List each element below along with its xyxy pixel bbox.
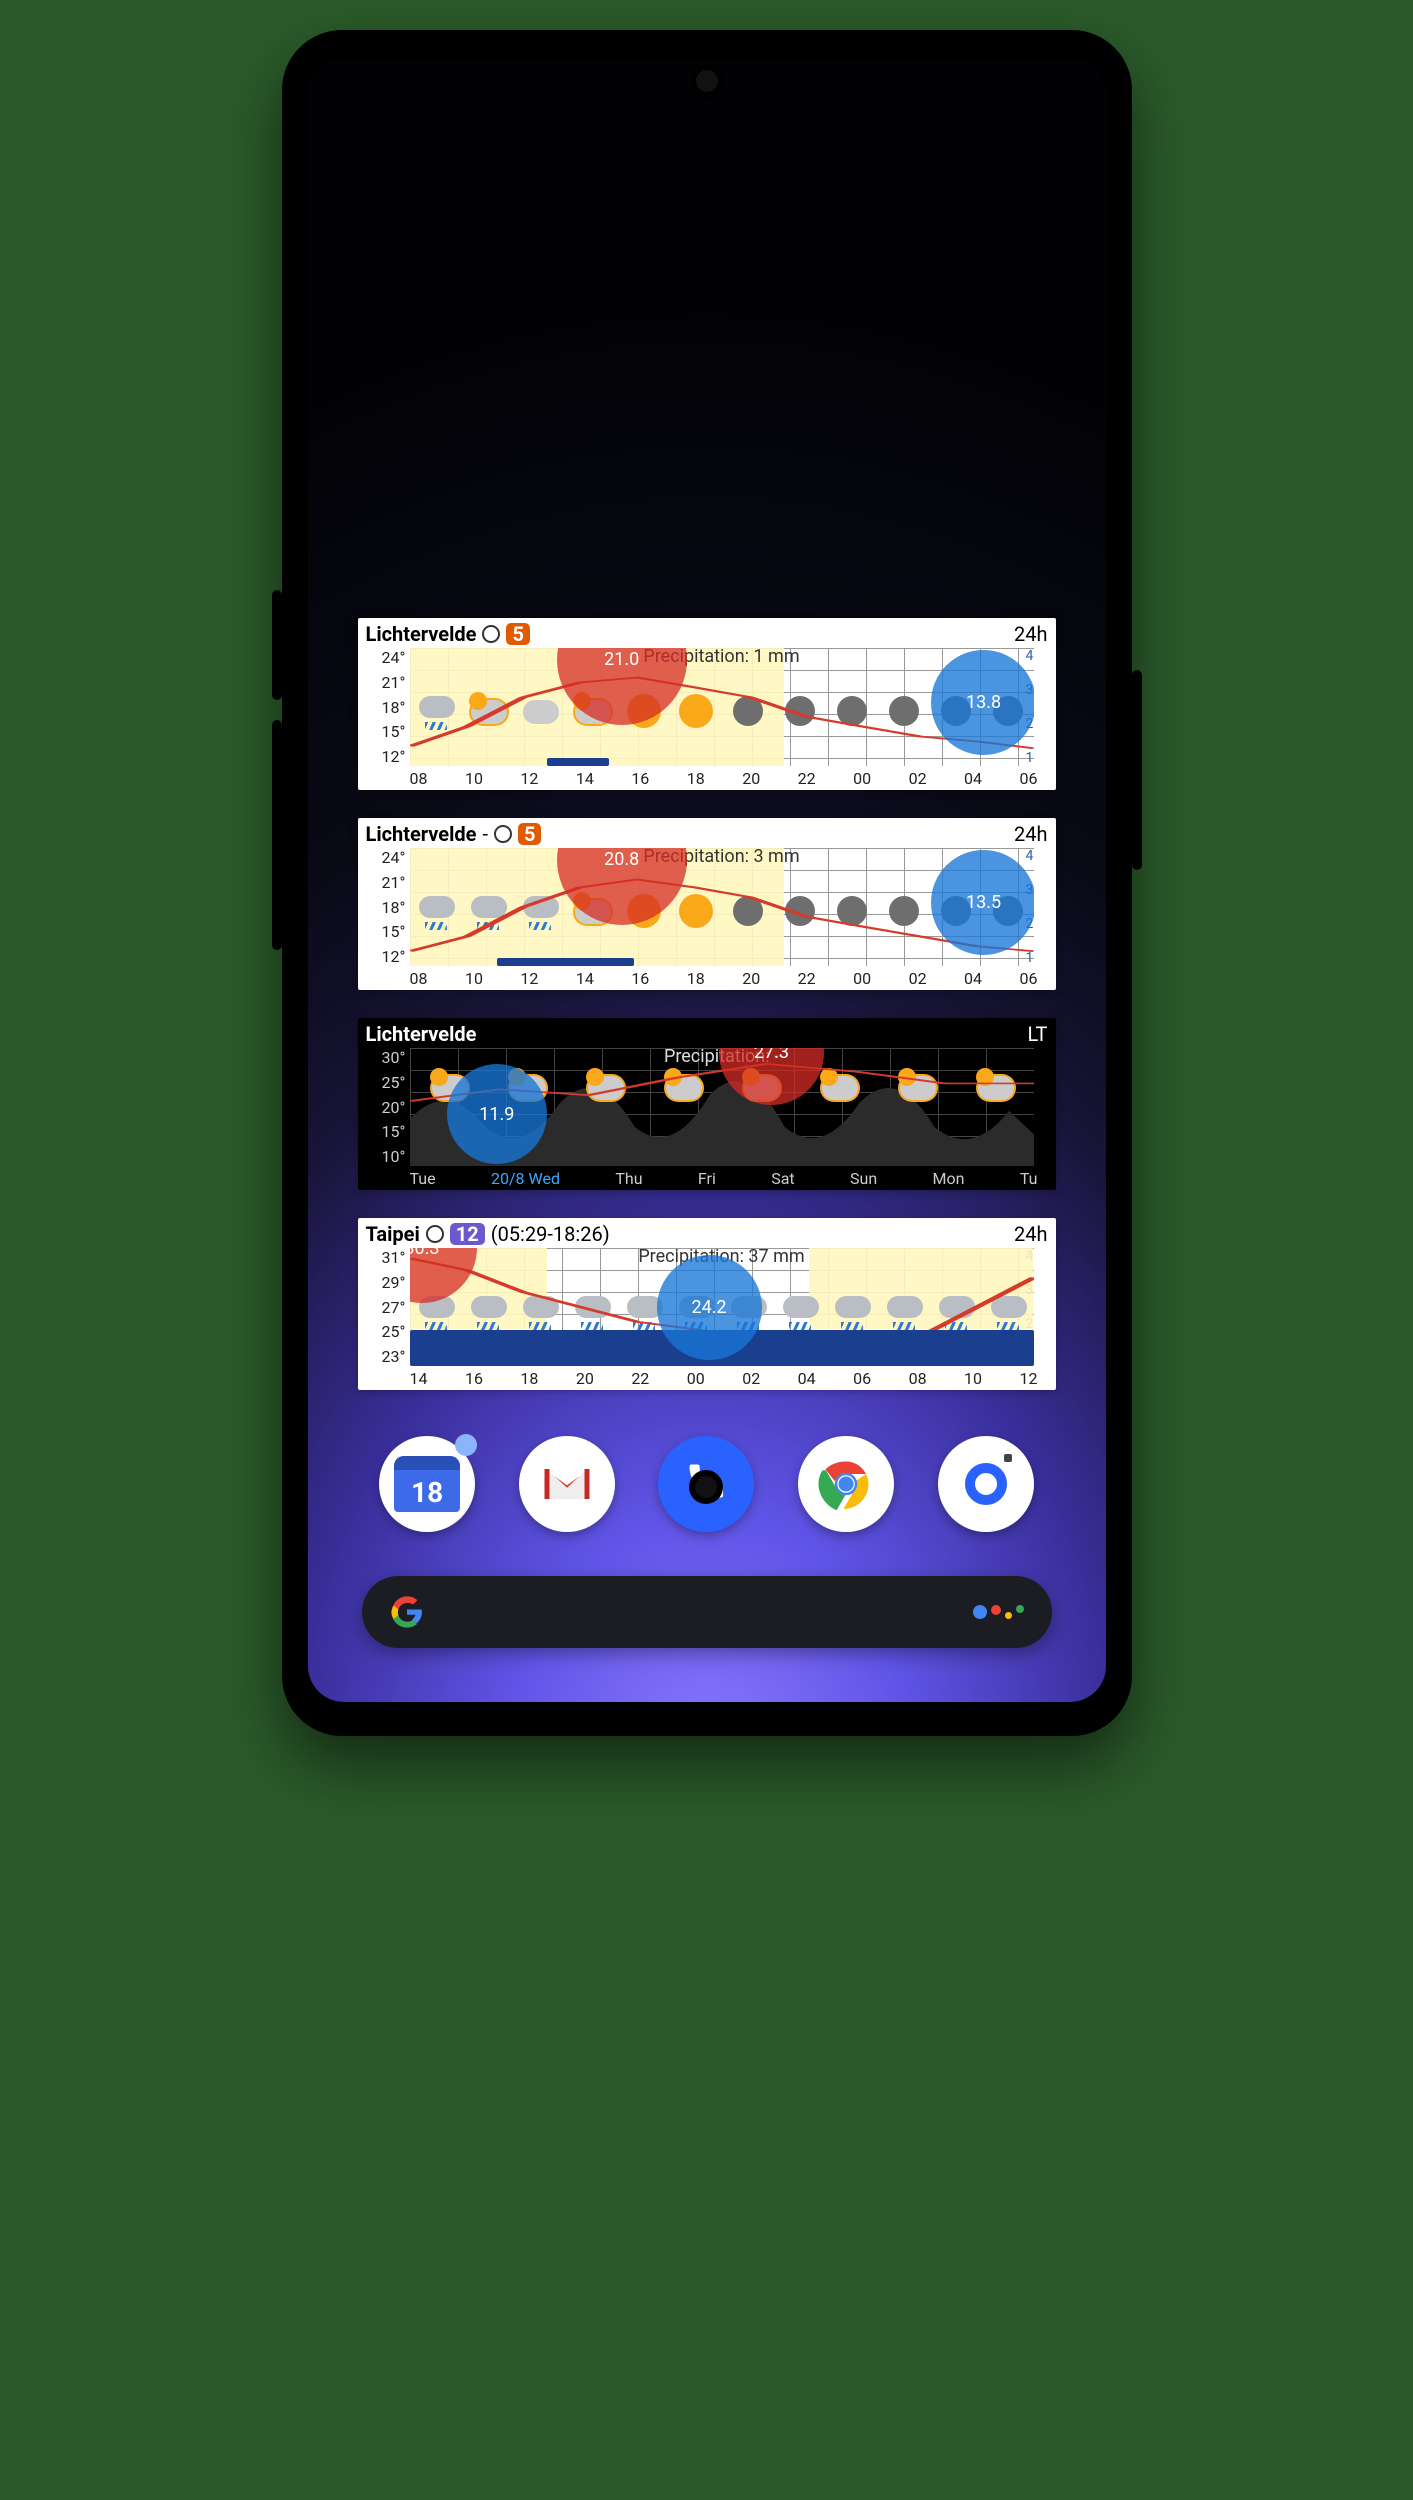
y-axis: 24°21°18°15°12° — [366, 848, 410, 966]
x-axis: 081012141618202200020406 — [410, 767, 1038, 788]
x-axis: Tue20/8 WedThuFriSatSunMonTu — [410, 1167, 1038, 1188]
tmin-bubble: 24.2 — [657, 1255, 762, 1360]
sun-indicator-icon — [482, 625, 500, 643]
camera-app[interactable] — [938, 1436, 1034, 1532]
chrome-app[interactable] — [798, 1436, 894, 1532]
widget-header: Lichtervelde LT — [364, 1022, 1050, 1048]
weather-widget[interactable]: Lichtervelde 5 24h24°21°18°15°12°432108101… — [358, 618, 1056, 790]
google-logo — [390, 1595, 424, 1629]
app-drawer-handle[interactable]: ^ — [702, 1377, 711, 1402]
chart: 31°29°27°25°23°4321141618202200020406081… — [366, 1248, 1048, 1388]
home-screen[interactable]: Lichtervelde524h24°21°18°15°12°432108101… — [308, 58, 1106, 1702]
period-label: LT — [1027, 1022, 1047, 1046]
weather-widget[interactable]: Taipei12 (05:29-18:26)24h31°29°27°25°23°… — [358, 1218, 1056, 1390]
widget-header: Lichtervelde -524h — [364, 822, 1050, 848]
period-label: 24h — [1014, 1222, 1048, 1246]
precip-bar — [547, 758, 609, 766]
y-axis: 30°25°20°15°10° — [366, 1048, 410, 1166]
camera-icon — [965, 1463, 1007, 1505]
weather-widget[interactable]: LichterveldeLT30°25°20°15°10°Tue20/8 Wed… — [358, 1018, 1056, 1190]
weather-widget[interactable]: Lichtervelde -524h24°21°18°15°12°4321081… — [358, 818, 1056, 990]
notification-dot — [455, 1434, 477, 1456]
widget-header: Lichtervelde 5 24h — [364, 622, 1050, 648]
tmin-bubble: 13.8 — [931, 650, 1033, 755]
gmail-app[interactable] — [519, 1436, 615, 1532]
chart: 30°25°20°15°10°Tue20/8 WedThuFriSatSunMo… — [366, 1048, 1048, 1188]
pm-badge: 12 — [450, 1223, 485, 1245]
sun-indicator-icon — [426, 1225, 444, 1243]
dock: 18 — [308, 1436, 1106, 1532]
x-axis: 141618202200020406081012 — [410, 1367, 1038, 1388]
phone-icon — [684, 1451, 728, 1511]
precip-bar — [497, 958, 634, 966]
tmin-bubble: 13.5 — [931, 850, 1033, 955]
x-axis: 081012141618202200020406 — [410, 967, 1038, 988]
location-name: Lichtervelde — [366, 1022, 477, 1046]
tmin-bubble: 11.9 — [447, 1064, 547, 1164]
y-axis: 31°29°27°25°23° — [366, 1248, 410, 1366]
calendar-app[interactable]: 18 — [379, 1436, 475, 1532]
calendar-date: 18 — [394, 1476, 460, 1509]
period-label: 24h — [1014, 822, 1048, 846]
google-search-bar[interactable] — [362, 1576, 1052, 1648]
chrome-icon — [816, 1454, 876, 1514]
sunrise-sunset: (05:29-18:26) — [491, 1222, 610, 1246]
gmail-icon — [537, 1454, 597, 1514]
period-label: 24h — [1014, 622, 1048, 646]
widget-header: Taipei 12 (05:29-18:26) 24h — [364, 1222, 1050, 1248]
phone-app[interactable] — [658, 1436, 754, 1532]
sun-indicator-icon — [494, 825, 512, 843]
location-name: Taipei — [366, 1222, 420, 1246]
assistant-icon[interactable] — [973, 1605, 1024, 1619]
y-axis: 24°21°18°15°12° — [366, 648, 410, 766]
chart: 24°21°18°15°12°4321081012141618202200020… — [366, 648, 1048, 788]
phone-frame: Lichtervelde524h24°21°18°15°12°432108101… — [282, 30, 1132, 1736]
uv-badge: 5 — [506, 623, 529, 645]
uv-badge: 5 — [518, 823, 541, 845]
location-name: Lichtervelde — [366, 822, 477, 846]
location-name: Lichtervelde — [366, 622, 477, 646]
widget-area: Lichtervelde524h24°21°18°15°12°432108101… — [358, 618, 1056, 1390]
chart: 24°21°18°15°12°4321081012141618202200020… — [366, 848, 1048, 988]
